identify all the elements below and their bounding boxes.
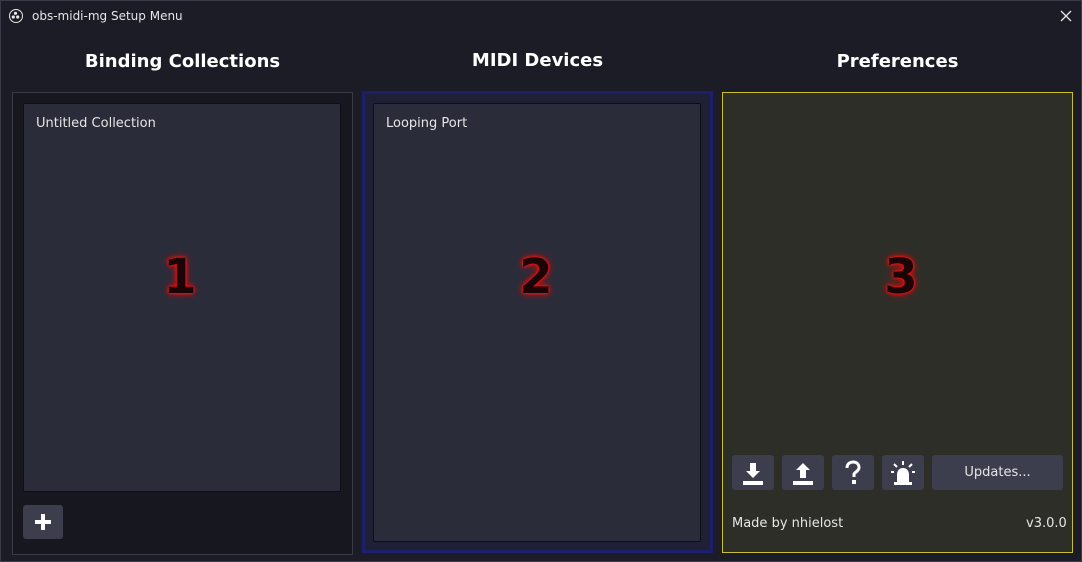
midi-devices-heading: MIDI Devices [471, 50, 604, 71]
midi-devices-list[interactable]: Looping Port [373, 103, 701, 542]
window-title: obs-midi-mg Setup Menu [32, 9, 183, 23]
marker-1: 1 [163, 249, 197, 305]
updates-button[interactable]: Updates... [932, 455, 1063, 490]
plus-icon [35, 514, 51, 530]
list-item[interactable]: Untitled Collection [36, 116, 156, 131]
obs-logo-icon [9, 9, 23, 23]
close-button[interactable] [1055, 5, 1077, 27]
alarm-button[interactable] [882, 455, 924, 490]
binding-collections-heading: Binding Collections [84, 51, 281, 72]
close-icon[interactable] [1060, 10, 1072, 22]
add-collection-button[interactable] [23, 505, 63, 539]
list-item[interactable]: Looping Port [386, 116, 467, 131]
credit-text: Made by nhielost [732, 516, 844, 531]
marker-3: 3 [884, 249, 918, 305]
version-text: v3.0.0 [1026, 516, 1067, 531]
help-button[interactable] [832, 455, 874, 490]
preferences-heading: Preferences [836, 51, 959, 72]
marker-2: 2 [519, 249, 553, 305]
help-icon [845, 459, 861, 484]
export-icon [793, 462, 813, 485]
setup-window: obs-midi-mg Setup Menu Binding Collectio… [0, 0, 1082, 562]
export-button[interactable] [782, 455, 824, 490]
title-bar: obs-midi-mg Setup Menu [1, 1, 1081, 33]
import-icon [743, 462, 763, 485]
import-button[interactable] [732, 455, 774, 490]
alarm-icon [891, 460, 915, 485]
